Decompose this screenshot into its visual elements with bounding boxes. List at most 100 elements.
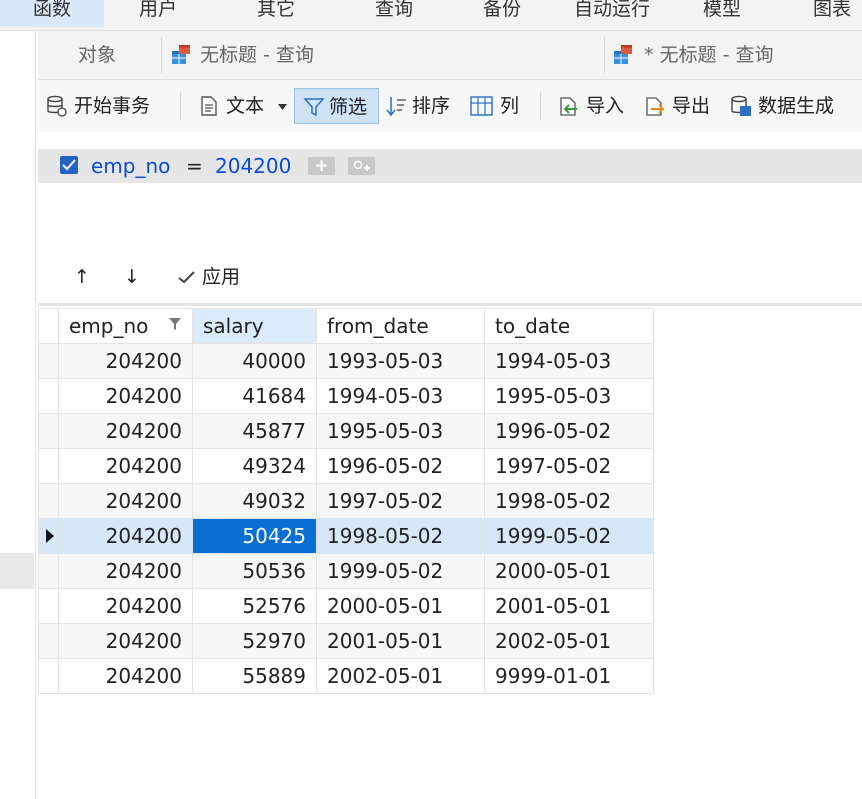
cell-to-date[interactable]: 9999-01-01: [484, 658, 654, 694]
cell-from-date[interactable]: 1995-05-03: [316, 413, 485, 449]
cell-salary[interactable]: 49032: [192, 483, 317, 519]
cell-emp-no[interactable]: 204200: [58, 483, 193, 519]
menu-backup[interactable]: 备份: [462, 0, 542, 27]
cell-emp-no[interactable]: 204200: [58, 343, 193, 379]
filter-field[interactable]: emp_no: [91, 149, 170, 183]
cell-salary[interactable]: 49324: [192, 448, 317, 484]
menu-model[interactable]: 模型: [682, 0, 762, 27]
filter-button[interactable]: 筛选: [294, 88, 379, 124]
columns-button[interactable]: 列: [470, 88, 522, 124]
cell-salary[interactable]: 50425: [192, 518, 317, 554]
cell-emp-no[interactable]: 204200: [58, 553, 193, 589]
column-header-salary[interactable]: salary: [192, 308, 317, 344]
cell-from-date[interactable]: 1993-05-03: [316, 343, 485, 379]
cell-emp-no[interactable]: 204200: [58, 413, 193, 449]
navigation-selected-item[interactable]: [0, 553, 34, 589]
table-row[interactable]: 204200 49324 1996-05-02 1997-05-02: [38, 448, 654, 484]
cell-from-date[interactable]: 1994-05-03: [316, 378, 485, 414]
cell-to-date[interactable]: 2001-05-01: [484, 588, 654, 624]
cell-to-date[interactable]: 1994-05-03: [484, 343, 654, 379]
cell-to-date[interactable]: 1995-05-03: [484, 378, 654, 414]
tab-bar: 对象 无标题 - 查询 * 无标题 - 查询: [38, 31, 862, 80]
cell-salary[interactable]: 55889: [192, 658, 317, 694]
import-button[interactable]: 导入: [558, 88, 634, 124]
menu-query[interactable]: 查询: [354, 0, 434, 27]
sort-button[interactable]: 排序: [386, 88, 458, 124]
cell-emp-no[interactable]: 204200: [58, 518, 193, 554]
table-row[interactable]: 204200 45877 1995-05-03 1996-05-02: [38, 413, 654, 449]
row-selector[interactable]: [38, 343, 59, 379]
cell-salary[interactable]: 50536: [192, 553, 317, 589]
filter-operator[interactable]: =: [186, 149, 203, 183]
cell-salary[interactable]: 52576: [192, 588, 317, 624]
cell-salary[interactable]: 40000: [192, 343, 317, 379]
cell-to-date[interactable]: 1999-05-02: [484, 518, 654, 554]
apply-filter-button[interactable]: 应用: [178, 258, 258, 296]
menu-users[interactable]: 用户: [118, 0, 198, 27]
tab-objects[interactable]: 对象: [78, 31, 116, 79]
cell-from-date[interactable]: 2002-05-01: [316, 658, 485, 694]
filter-value[interactable]: 204200: [215, 149, 291, 183]
row-selector[interactable]: [38, 448, 59, 484]
cell-salary[interactable]: 45877: [192, 413, 317, 449]
table-row[interactable]: 204200 50425 1998-05-02 1999-05-02: [38, 518, 654, 554]
column-header-from-date[interactable]: from_date: [316, 308, 485, 344]
row-selector[interactable]: [38, 623, 59, 659]
table-row[interactable]: 204200 41684 1994-05-03 1995-05-03: [38, 378, 654, 414]
begin-transaction-button[interactable]: 开始事务: [46, 88, 172, 124]
filter-enable-checkbox[interactable]: [60, 156, 78, 174]
row-selector-header[interactable]: [38, 308, 59, 344]
cell-emp-no[interactable]: 204200: [58, 378, 193, 414]
cell-emp-no[interactable]: 204200: [58, 448, 193, 484]
column-header-emp-no[interactable]: emp_no: [58, 308, 193, 344]
table-row[interactable]: 204200 49032 1997-05-02 1998-05-02: [38, 483, 654, 519]
add-group-button[interactable]: [348, 157, 375, 175]
cell-from-date[interactable]: 1996-05-02: [316, 448, 485, 484]
row-selector[interactable]: [38, 658, 59, 694]
cell-to-date[interactable]: 1996-05-02: [484, 413, 654, 449]
navigation-pane[interactable]: [0, 31, 36, 799]
import-label: 导入: [586, 95, 625, 117]
row-selector[interactable]: [38, 483, 59, 519]
row-selector[interactable]: [38, 378, 59, 414]
table-row[interactable]: 204200 40000 1993-05-03 1994-05-03: [38, 343, 654, 379]
cell-salary[interactable]: 52970: [192, 623, 317, 659]
cell-emp-no[interactable]: 204200: [58, 658, 193, 694]
result-grid[interactable]: emp_no salary from_date to_date 204200 40…: [38, 308, 654, 694]
move-down-button[interactable]: ↓: [122, 258, 142, 296]
column-header-to-date[interactable]: to_date: [484, 308, 654, 344]
cell-from-date[interactable]: 1999-05-02: [316, 553, 485, 589]
row-selector[interactable]: [38, 413, 59, 449]
cell-from-date[interactable]: 2000-05-01: [316, 588, 485, 624]
data-generation-button[interactable]: 数据生成: [730, 88, 860, 124]
row-selector[interactable]: [38, 518, 59, 554]
tab-untitled-query[interactable]: 无标题 - 查询: [200, 31, 314, 79]
tab-untitled-query-modified[interactable]: * 无标题 - 查询: [644, 31, 773, 79]
menu-functions[interactable]: 函数: [0, 0, 104, 27]
cell-salary[interactable]: 41684: [192, 378, 317, 414]
menu-charts[interactable]: 图表: [792, 0, 862, 27]
cell-to-date[interactable]: 1998-05-02: [484, 483, 654, 519]
cell-from-date[interactable]: 1997-05-02: [316, 483, 485, 519]
cell-emp-no[interactable]: 204200: [58, 623, 193, 659]
cell-from-date[interactable]: 2001-05-01: [316, 623, 485, 659]
add-condition-button[interactable]: +: [308, 157, 335, 175]
move-up-button[interactable]: ↑: [72, 258, 92, 296]
export-button[interactable]: 导出: [644, 88, 724, 124]
cell-from-date[interactable]: 1998-05-02: [316, 518, 485, 554]
table-row[interactable]: 204200 52970 2001-05-01 2002-05-01: [38, 623, 654, 659]
text-view-button[interactable]: 文本: [198, 88, 290, 124]
cell-to-date[interactable]: 2002-05-01: [484, 623, 654, 659]
data-generation-icon: [731, 95, 751, 116]
cell-to-date[interactable]: 2000-05-01: [484, 553, 654, 589]
menu-automation[interactable]: 自动运行: [562, 0, 662, 27]
table-row[interactable]: 204200 50536 1999-05-02 2000-05-01: [38, 553, 654, 589]
column-filter-icon: [169, 318, 181, 330]
menu-others[interactable]: 其它: [236, 0, 316, 27]
row-selector[interactable]: [38, 553, 59, 589]
cell-emp-no[interactable]: 204200: [58, 588, 193, 624]
row-selector[interactable]: [38, 588, 59, 624]
table-row[interactable]: 204200 55889 2002-05-01 9999-01-01: [38, 658, 654, 694]
table-row[interactable]: 204200 52576 2000-05-01 2001-05-01: [38, 588, 654, 624]
cell-to-date[interactable]: 1997-05-02: [484, 448, 654, 484]
